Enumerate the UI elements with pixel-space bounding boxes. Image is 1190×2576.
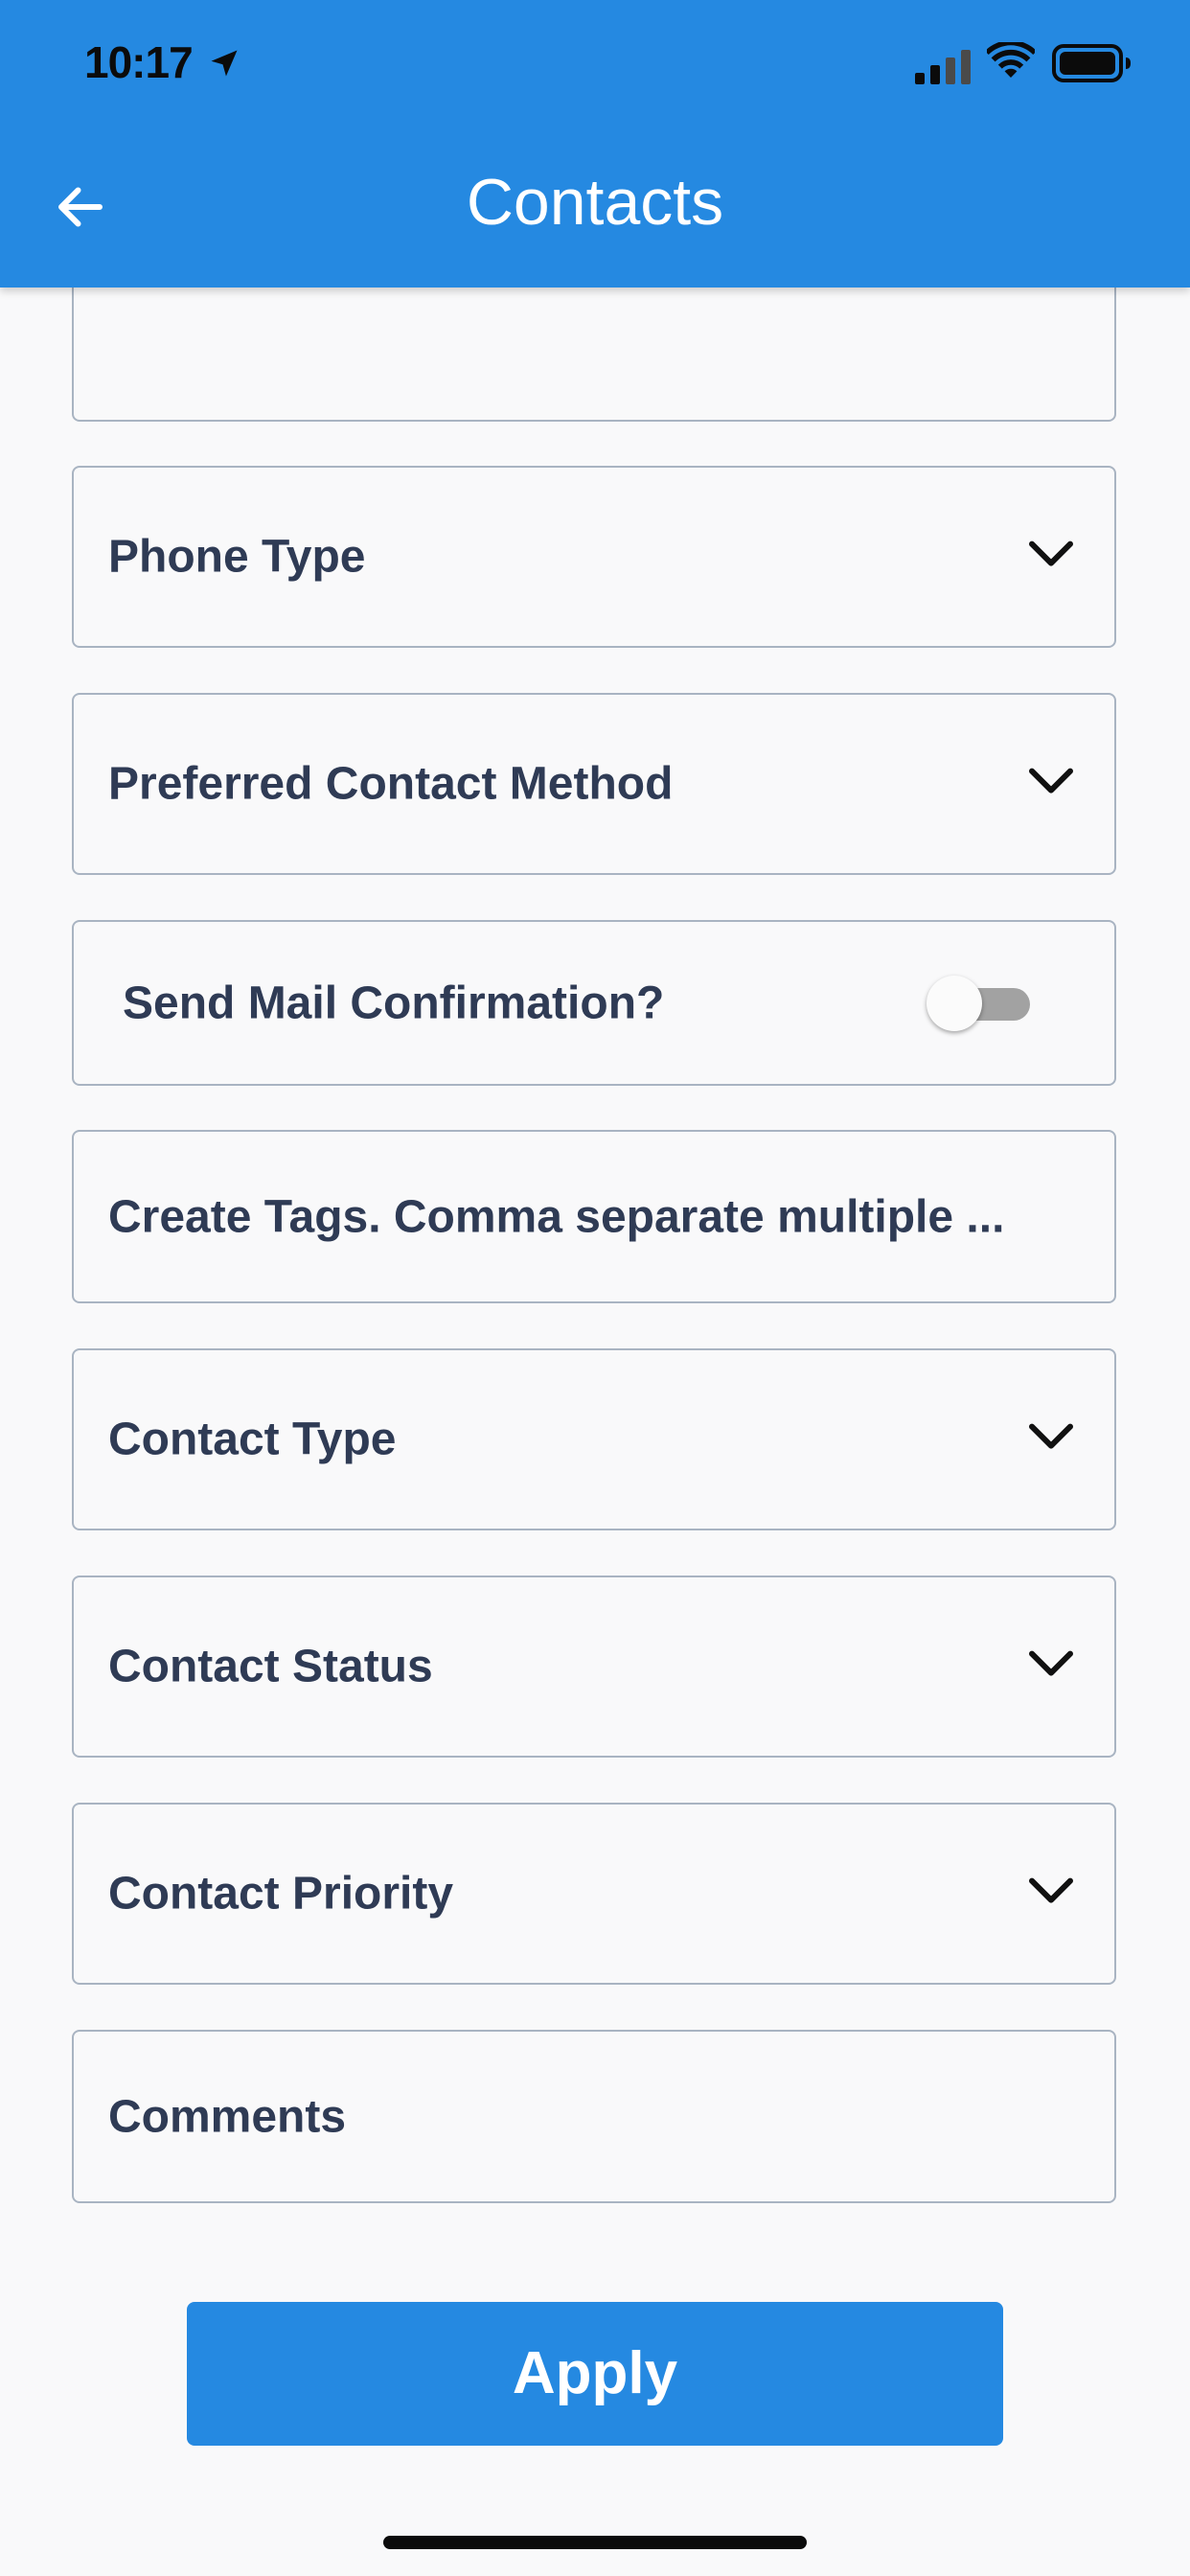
tags-placeholder: Create Tags. Comma separate multiple ... — [108, 1191, 1005, 1242]
chevron-down-icon — [1029, 540, 1073, 566]
contacts-screen: 10:17 Contacts Phone Type Preferred Cont… — [0, 0, 1190, 2576]
scrolled-input-field[interactable] — [72, 288, 1116, 422]
chevron-down-icon — [1029, 1650, 1073, 1676]
chevron-down-icon — [1029, 1877, 1073, 1903]
chevron-down-icon — [1029, 768, 1073, 794]
contact-status-label: Contact Status — [108, 1641, 433, 1692]
contact-status-dropdown[interactable]: Contact Status — [72, 1576, 1116, 1758]
contact-priority-dropdown[interactable]: Contact Priority — [72, 1803, 1116, 1985]
chevron-down-icon — [1029, 1423, 1073, 1449]
phone-type-dropdown[interactable]: Phone Type — [72, 466, 1116, 648]
comments-placeholder: Comments — [108, 2091, 347, 2142]
preferred-contact-method-label: Preferred Contact Method — [108, 758, 674, 810]
contact-type-label: Contact Type — [108, 1414, 397, 1465]
send-mail-confirmation-row: Send Mail Confirmation? — [72, 920, 1116, 1086]
cellular-signal-icon — [915, 50, 971, 84]
send-mail-confirmation-toggle[interactable] — [927, 975, 1030, 1031]
app-header: 10:17 Contacts — [0, 0, 1190, 288]
contact-type-dropdown[interactable]: Contact Type — [72, 1348, 1116, 1530]
phone-type-label: Phone Type — [108, 531, 366, 583]
apply-button[interactable]: Apply — [187, 2302, 1003, 2446]
home-indicator — [383, 2536, 807, 2549]
wifi-icon — [987, 42, 1035, 78]
battery-icon — [1052, 44, 1131, 82]
send-mail-confirmation-label: Send Mail Confirmation? — [123, 978, 665, 1028]
page-title: Contacts — [466, 166, 724, 239]
preferred-contact-method-dropdown[interactable]: Preferred Contact Method — [72, 693, 1116, 875]
comments-input[interactable]: Comments — [72, 2030, 1116, 2203]
contact-priority-label: Contact Priority — [108, 1868, 454, 1920]
tags-input[interactable]: Create Tags. Comma separate multiple ... — [72, 1130, 1116, 1303]
location-arrow-icon — [211, 50, 238, 77]
toggle-knob — [927, 975, 982, 1031]
status-time: 10:17 — [84, 37, 194, 87]
